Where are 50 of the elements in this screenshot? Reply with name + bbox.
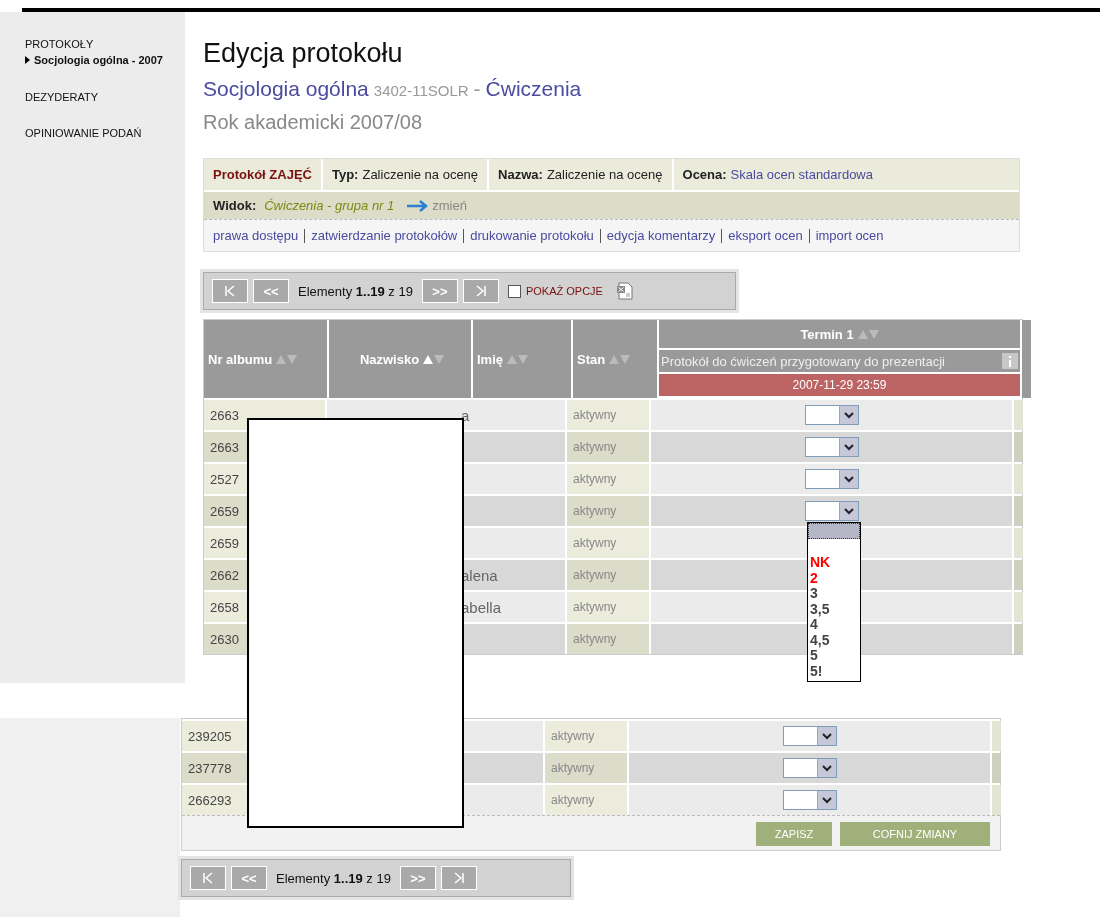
action-link[interactable]: prawa dostępu (213, 229, 305, 243)
sidebar-item[interactable]: PROTOKOŁY (25, 38, 185, 50)
action-link[interactable]: drukowanie protokołu (463, 229, 600, 243)
term-header: Termin 1 (659, 320, 1020, 348)
course-code: 3402-11SOLR (373, 82, 469, 99)
pager-status: Elementy 1..19 z 19 (276, 870, 391, 886)
status-cell: aktywny (545, 753, 629, 783)
action-link[interactable]: zatwierdzanie protokołów (304, 229, 464, 243)
class-type-link[interactable]: Ćwiczenia (485, 77, 582, 101)
field-value: Zaliczenie na ocenę (362, 167, 479, 182)
grade-option[interactable]: NK (808, 555, 860, 571)
action-link[interactable]: import ocen (808, 229, 890, 243)
status-cell: aktywny (545, 721, 629, 751)
status-cell: aktywny (567, 464, 651, 494)
sidebar-item[interactable]: OPINIOWANIE PODAŃ (25, 127, 185, 139)
status-cell: aktywny (567, 432, 651, 462)
field-link[interactable]: Skala ocen standardowa (730, 167, 873, 182)
pager-status: Elementy 1..19 z 19 (298, 283, 413, 299)
status-cell: aktywny (567, 496, 651, 526)
separator: - (473, 77, 481, 101)
grade-option[interactable]: 3 (808, 586, 860, 602)
grade-option[interactable]: 3,5 (808, 601, 860, 617)
protocol-type: Protokół ZAJĘĆ (213, 167, 312, 182)
view-value: Ćwiczenia - grupa nr 1 (264, 198, 395, 213)
field-value: Zaliczenie na ocenę (546, 167, 663, 182)
field-label: Typ: (331, 167, 359, 182)
grade-option[interactable]: 2 (808, 570, 860, 586)
options-label[interactable]: POKAŻ OPCJE (525, 285, 603, 297)
term-deadline: 2007-11-29 23:59 (659, 374, 1020, 396)
course-link[interactable]: Socjologia ogólna (203, 77, 369, 101)
term-description: Protokół do ćwiczeń przygotowany do prezentacji (659, 350, 1020, 372)
grade-option[interactable]: 4 (808, 617, 860, 633)
action-link[interactable]: edycja komentarzy (599, 229, 722, 243)
grade-option[interactable]: 5! (808, 663, 860, 679)
field-label: Ocena: (682, 167, 727, 182)
status-cell: aktywny (567, 560, 651, 590)
sidebar-subitem[interactable]: Socjologia ogólna - 2007 (25, 53, 165, 67)
academic-year: Rok akademicki 2007/08 (203, 111, 423, 134)
action-link[interactable]: eksport ocen (721, 229, 809, 243)
status-cell: aktywny (545, 785, 629, 815)
field-label: Nazwa: (498, 167, 543, 182)
grade-option[interactable]: 4,5 (808, 632, 860, 648)
grade-option[interactable]: 5 (808, 648, 860, 664)
status-cell: aktywny (567, 592, 651, 622)
status-cell: aktywny (567, 624, 651, 654)
sidebar-item[interactable]: DEZYDERATY (25, 91, 185, 103)
status-cell: aktywny (567, 528, 651, 558)
view-label: Widok: (213, 198, 257, 213)
page-title: Edycja protokołu (203, 38, 404, 69)
status-cell: aktywny (567, 400, 651, 430)
